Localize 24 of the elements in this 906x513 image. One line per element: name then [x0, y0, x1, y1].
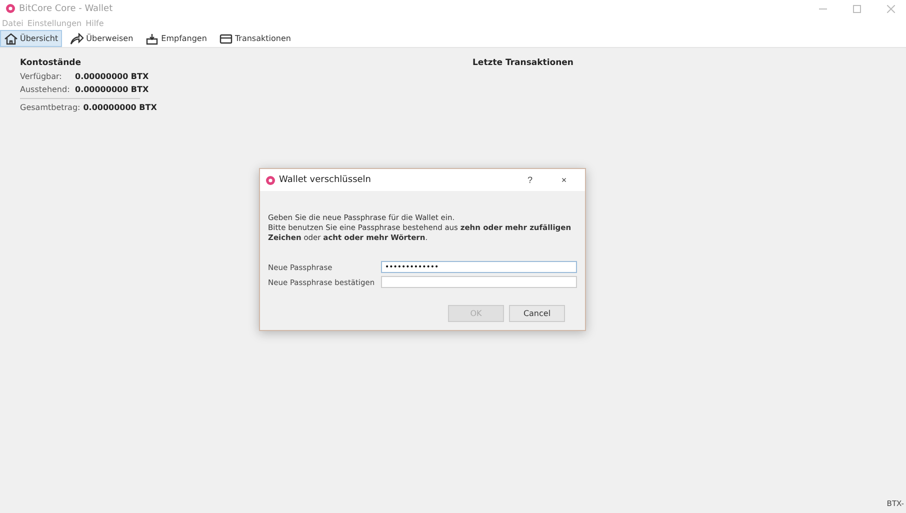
- balance-label: Ausstehend:: [20, 85, 71, 94]
- toolbar-tab[interactable]: Empfangen: [141, 30, 211, 47]
- logo-icon: [266, 176, 275, 184]
- balance-label: Verfügbar:: [20, 72, 63, 81]
- home-icon: [4, 32, 18, 44]
- inbox-icon: [145, 32, 160, 44]
- logo-icon: [6, 4, 15, 13]
- arrow-icon: [70, 32, 84, 44]
- balance-value: 0.00000000 BTX: [75, 85, 149, 94]
- dialog-title: Wallet verschlüsseln: [279, 175, 372, 185]
- help-button[interactable]: ?: [515, 175, 545, 185]
- toolbar-tab[interactable]: Transaktionen: [214, 30, 295, 47]
- cancel-button[interactable]: Cancel: [509, 305, 565, 322]
- close-button[interactable]: ×: [549, 175, 579, 185]
- window-title: BitCore Core - Wallet: [19, 4, 114, 14]
- toolbar-tab[interactable]: Überweisen: [66, 30, 138, 47]
- section-title: Letzte Transaktionen: [472, 58, 574, 68]
- toolbar-tab[interactable]: Übersicht: [0, 30, 62, 47]
- section-title: Kontostände: [20, 58, 82, 68]
- passphrase-field[interactable]: [381, 276, 577, 288]
- balance-value: 0.00000000 BTX: [75, 72, 149, 81]
- balance-label: Gesamtbetrag:: [20, 103, 80, 112]
- card-icon: [218, 32, 233, 44]
- balance-value: 0.00000000 BTX: [83, 103, 157, 112]
